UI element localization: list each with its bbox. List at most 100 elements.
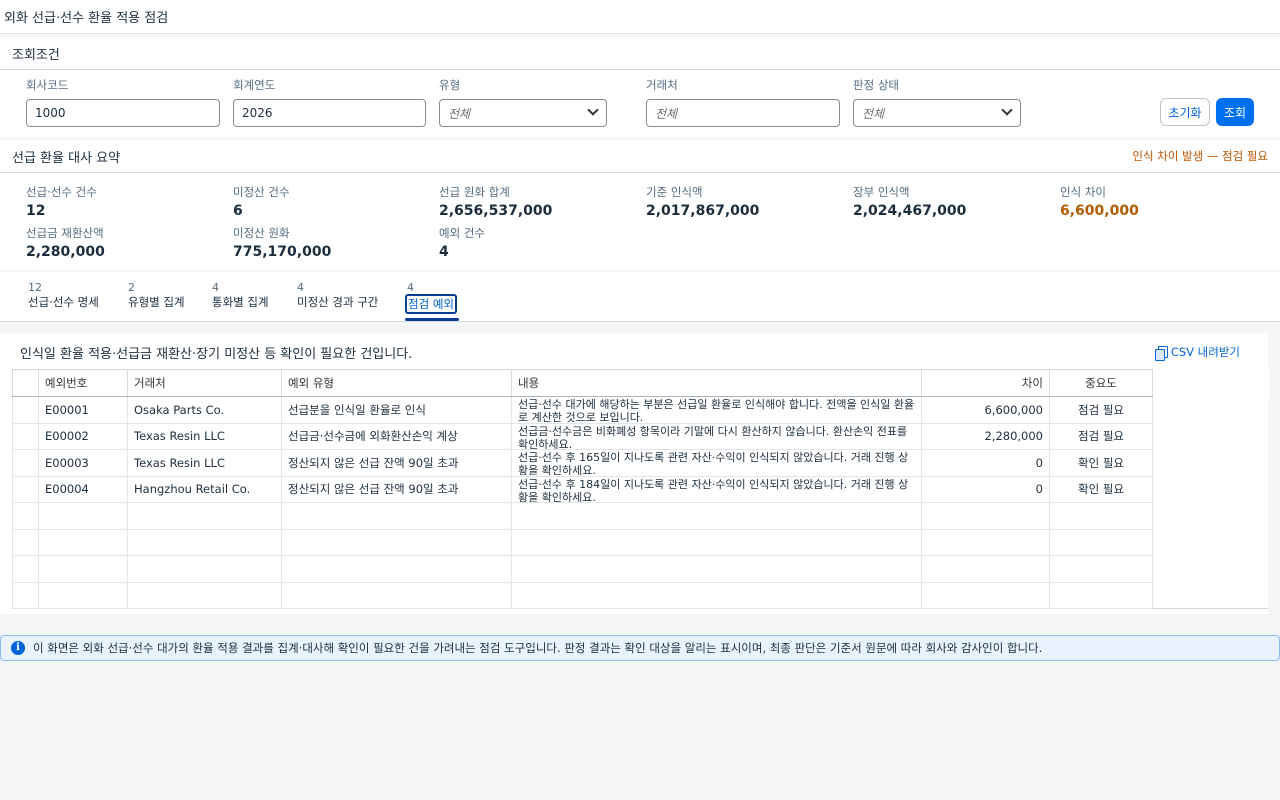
column-header[interactable]: 차이 xyxy=(921,369,1050,397)
tab-bar: 12 선급·선수 명세 2 유형별 집계 4 통화별 집계 4 미정산 경과 구… xyxy=(0,272,1280,322)
fiscal-year-input[interactable]: 2026 xyxy=(233,99,426,127)
exception-id: E00002 xyxy=(38,422,128,450)
kpi-recognition-diff: 인식 차이 6,600,000 xyxy=(1060,185,1139,219)
app-title: 외화 선급·선수 환율 적용 점검 xyxy=(0,0,1280,34)
kpi-label: 선급금 재환산액 xyxy=(26,226,104,240)
csv-download-label: CSV 내려받기 xyxy=(1170,345,1240,359)
kpi-value: 6,600,000 xyxy=(1060,203,1139,219)
tab-label: 점검 예외 xyxy=(405,294,457,314)
kpi-label: 선급·선수 건수 xyxy=(26,185,97,199)
type-field: 유형 전체 xyxy=(439,78,607,127)
empty-row xyxy=(12,581,1269,609)
exception-type-cell: 선급분을 인식일 환율로 인식 xyxy=(281,396,512,424)
tab-label: 통화별 집계 xyxy=(212,295,269,309)
kpi-label: 장부 인식액 xyxy=(853,185,910,199)
kpi-value: 2,024,467,000 xyxy=(853,203,967,219)
row-selector[interactable] xyxy=(12,475,39,503)
row-selector-header xyxy=(12,369,39,397)
tab-aging[interactable]: 4 미정산 경과 구간 xyxy=(297,282,378,310)
table-row[interactable]: E00002 Texas Resin LLC 선급금·선수금에 외화환산손익 계… xyxy=(12,422,1269,450)
kpi-value: 6 xyxy=(233,203,243,219)
filter-bar: 조회조건 회사코드 1000 회계연도 2026 유형 전체 거래처 전체 판정… xyxy=(0,37,1280,137)
kpi-label: 예외 건수 xyxy=(439,226,485,240)
column-header[interactable]: 중요도 xyxy=(1049,369,1153,397)
tab-label: 유형별 집계 xyxy=(128,295,185,309)
summary-panel: 선급 환율 대사 요약 인식 차이 발생 — 점검 필요 선급·선수 건수 12… xyxy=(0,140,1280,270)
company-code-input[interactable]: 1000 xyxy=(26,99,220,127)
partner-input[interactable]: 전체 xyxy=(646,99,840,127)
exception-id: E00001 xyxy=(38,396,128,424)
filter-title: 조회조건 xyxy=(0,37,1280,70)
difference-cell: 0 xyxy=(921,449,1050,477)
filler-cell xyxy=(1152,396,1269,423)
tab-count: 4 xyxy=(407,281,414,294)
tab-by-currency[interactable]: 4 통화별 집계 xyxy=(212,282,269,310)
summary-warning: 인식 차이 발생 — 점검 필요 xyxy=(1132,149,1268,163)
kpi-value: 2,280,000 xyxy=(26,244,105,260)
kpi-remeasurement: 선급금 재환산액 2,280,000 xyxy=(26,226,105,260)
kpi-label: 기준 인식액 xyxy=(646,185,703,199)
exception-id: E00003 xyxy=(38,449,128,477)
reset-button[interactable]: 초기화 xyxy=(1160,98,1210,126)
chevron-down-icon xyxy=(1001,104,1013,116)
kpi-value: 2,017,867,000 xyxy=(646,203,760,219)
tab-count: 12 xyxy=(28,281,42,294)
kpi-value: 775,170,000 xyxy=(233,244,332,260)
description-text: 선급·선수 후 165일이 지나도록 관련 자산·수익이 인식되지 않았습니다.… xyxy=(518,451,909,476)
kpi-value: 2,656,537,000 xyxy=(439,203,553,219)
column-header[interactable]: 예외 유형 xyxy=(281,369,512,397)
severity-cell: 확인 필요 xyxy=(1049,475,1153,503)
search-button[interactable]: 조회 xyxy=(1216,98,1254,126)
table-row[interactable]: E00001 Osaka Parts Co. 선급분을 인식일 환율로 인식 선… xyxy=(12,396,1269,424)
kpi-standard-recognition: 기준 인식액 2,017,867,000 xyxy=(646,185,759,219)
tab-count: 4 xyxy=(297,281,304,294)
tab-active-indicator xyxy=(405,318,459,321)
info-message-strip: i 이 화면은 외화 선급·선수 대가의 환율 적용 결과를 집계·대사해 확인… xyxy=(0,635,1280,661)
tab-count: 4 xyxy=(212,281,219,294)
description-text: 선급·선수 대가에 해당하는 부분은 선급일 환율로 인식해야 합니다. 전액을… xyxy=(518,398,915,423)
status-select[interactable]: 전체 xyxy=(853,99,1021,127)
chevron-down-icon xyxy=(587,104,599,116)
tab-exceptions[interactable]: 4 점검 예외 xyxy=(405,281,459,321)
kpi-exception-count: 예외 건수 4 xyxy=(439,226,485,260)
severity-cell: 확인 필요 xyxy=(1049,449,1153,477)
partner-label: 거래처 xyxy=(646,78,678,92)
summary-title: 선급 환율 대사 요약 xyxy=(12,150,121,166)
exception-type-cell: 정산되지 않은 선급 잔액 90일 초과 xyxy=(281,449,512,477)
exception-type-cell: 정산되지 않은 선급 잔액 90일 초과 xyxy=(281,475,512,503)
difference-cell: 6,600,000 xyxy=(921,396,1050,424)
tab-detail[interactable]: 12 선급·선수 명세 xyxy=(28,282,99,310)
column-header[interactable]: 내용 xyxy=(511,369,922,397)
type-label: 유형 xyxy=(439,78,461,92)
filler-header xyxy=(1152,369,1269,397)
description-cell: 선급금·선수금은 비화폐성 항목이라 기말에 다시 환산하지 않습니다. 환산손… xyxy=(511,422,922,450)
type-select[interactable]: 전체 xyxy=(439,99,607,127)
company-code-label: 회사코드 xyxy=(26,78,69,92)
column-header[interactable]: 예외번호 xyxy=(38,369,128,397)
type-select-value: 전체 xyxy=(448,106,471,121)
filler-cell xyxy=(1152,476,1269,503)
kpi-total-count: 선급·선수 건수 12 xyxy=(26,185,97,219)
filler-cell xyxy=(1152,423,1269,450)
row-selector[interactable] xyxy=(12,422,39,450)
table-row[interactable]: E00003 Texas Resin LLC 정산되지 않은 선급 잔액 90일… xyxy=(12,449,1269,477)
column-header[interactable]: 거래처 xyxy=(127,369,282,397)
description-text: 선급·선수 후 184일이 지나도록 관련 자산·수익이 인식되지 않았습니다.… xyxy=(518,477,909,502)
exception-type-cell: 선급금·선수금에 외화환산손익 계상 xyxy=(281,422,512,450)
exceptions-panel: 인식일 환율 적용·선급금 재환산·장기 미정산 등 확인이 필요한 건입니다.… xyxy=(0,334,1269,614)
partner-cell: Texas Resin LLC xyxy=(127,422,282,450)
kpi-book-recognition: 장부 인식액 2,024,467,000 xyxy=(853,185,966,219)
tab-label: 미정산 경과 구간 xyxy=(297,295,379,309)
tab-label: 선급·선수 명세 xyxy=(28,295,99,309)
table-row[interactable]: E00004 Hangzhou Retail Co. 정산되지 않은 선급 잔액… xyxy=(12,475,1269,503)
kpi-label: 인식 차이 xyxy=(1060,185,1106,199)
partner-field: 거래처 전체 xyxy=(646,78,840,127)
row-selector[interactable] xyxy=(12,449,39,477)
status-select-value: 전체 xyxy=(862,106,885,121)
row-selector[interactable] xyxy=(12,396,39,424)
description-cell: 선급·선수 후 165일이 지나도록 관련 자산·수익이 인식되지 않았습니다.… xyxy=(511,449,922,477)
csv-download-button[interactable]: CSV 내려받기 xyxy=(1154,344,1240,361)
kpi-label: 선급 원화 합계 xyxy=(439,185,510,199)
company-code-field: 회사코드 1000 xyxy=(26,78,220,127)
tab-by-type[interactable]: 2 유형별 집계 xyxy=(128,282,185,310)
